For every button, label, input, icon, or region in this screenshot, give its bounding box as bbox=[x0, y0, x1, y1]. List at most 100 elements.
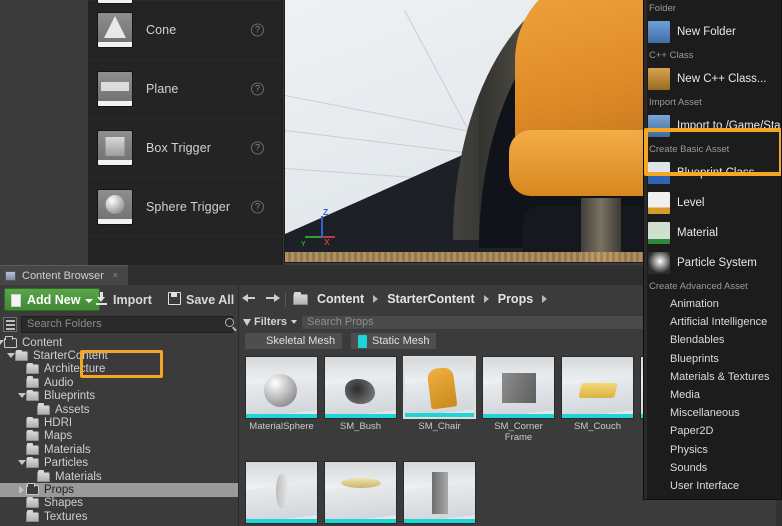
tree-item-label: HDRI bbox=[44, 417, 73, 430]
context-menu-item-physics[interactable]: Physics bbox=[644, 441, 781, 459]
asset-thumbnail[interactable] bbox=[482, 356, 555, 419]
tree-item-props[interactable]: Props bbox=[0, 483, 238, 497]
context-menu-item-label: Particle System bbox=[677, 257, 757, 269]
context-menu-item-new-c-class[interactable]: New C++ Class... bbox=[644, 64, 781, 94]
asset-cell[interactable]: SM_Couch bbox=[561, 356, 634, 433]
nav-forward-button[interactable] bbox=[261, 285, 283, 313]
asset-type-bar bbox=[325, 414, 396, 418]
asset-thumbnail[interactable] bbox=[561, 356, 634, 419]
place-actors-list[interactable]: Cylinder?Cone?Plane?Box Trigger?Sphere T… bbox=[88, 0, 283, 265]
asset-thumbnail[interactable] bbox=[324, 356, 397, 419]
context-menu-item-import-to-game-starte[interactable]: Import to /Game/Starte bbox=[644, 111, 781, 141]
context-menu-item-materials-textures[interactable]: Materials & Textures bbox=[644, 368, 781, 386]
tree-arrow-open[interactable] bbox=[18, 459, 26, 467]
context-menu-item-paper2d[interactable]: Paper2D bbox=[644, 422, 781, 440]
tree-item-content[interactable]: Content bbox=[0, 336, 238, 349]
place-item-box-trigger[interactable]: Box Trigger? bbox=[88, 119, 282, 178]
tab-content-browser[interactable]: Content Browser × bbox=[0, 265, 128, 285]
context-menu-item-sounds[interactable]: Sounds bbox=[644, 459, 781, 477]
tree-item-architecture[interactable]: Architecture bbox=[0, 362, 238, 376]
import-icon bbox=[648, 115, 670, 137]
asset-thumb-chair bbox=[426, 366, 458, 410]
tree-item-materials[interactable]: Materials bbox=[0, 470, 238, 483]
tree-item-particles[interactable]: Particles bbox=[0, 456, 238, 470]
place-item-label: Cone bbox=[146, 23, 177, 37]
asset-thumb-lamp bbox=[276, 474, 288, 508]
context-menu-item-blueprint-class[interactable]: Blueprint Class bbox=[644, 158, 781, 188]
asset-name-label: SM_Bush bbox=[339, 421, 382, 432]
context-menu-item-material[interactable]: Material bbox=[644, 218, 781, 248]
tree-item-hdri[interactable]: HDRI bbox=[0, 416, 238, 429]
folder-icon bbox=[26, 456, 39, 469]
asset-cell[interactable]: SM_Chair bbox=[403, 356, 476, 433]
tree-item-shapes[interactable]: Shapes bbox=[0, 496, 238, 510]
nav-back-button[interactable] bbox=[239, 285, 261, 313]
breadcrumb-item-startercontent[interactable]: StarterContent bbox=[387, 292, 475, 306]
tree-item-audio[interactable]: Audio bbox=[0, 376, 238, 389]
chevron-down-icon bbox=[291, 320, 298, 324]
help-icon[interactable]: ? bbox=[251, 200, 264, 214]
tree-item-maps[interactable]: Maps bbox=[0, 429, 238, 443]
close-icon[interactable]: × bbox=[111, 271, 120, 280]
context-menu-item-blendables[interactable]: Blendables bbox=[644, 331, 781, 349]
context-menu-item-media[interactable]: Media bbox=[644, 386, 781, 404]
toolbar-divider bbox=[285, 291, 286, 307]
asset-thumbnail[interactable] bbox=[403, 461, 476, 524]
context-menu-heading: Folder bbox=[644, 0, 781, 17]
save-icon bbox=[168, 292, 181, 305]
asset-type-bar bbox=[246, 414, 317, 418]
filter-chip-skeletal-mesh[interactable]: Skeletal Mesh bbox=[245, 333, 343, 349]
place-item-plane[interactable]: Plane? bbox=[88, 60, 282, 119]
filters-button[interactable]: Filters bbox=[243, 316, 298, 328]
place-item-cone[interactable]: Cone? bbox=[88, 1, 282, 60]
asset-thumbnail[interactable] bbox=[403, 356, 476, 419]
tree-arrow-open[interactable] bbox=[7, 352, 15, 360]
tree-arrow-closed[interactable] bbox=[18, 485, 26, 494]
folder-icon bbox=[26, 483, 39, 495]
sources-toggle-icon[interactable] bbox=[3, 317, 17, 332]
context-menu-item-label: Level bbox=[677, 197, 705, 209]
asset-cell[interactable] bbox=[403, 461, 476, 524]
asset-cell[interactable]: SM_Corner Frame bbox=[482, 356, 555, 443]
folder-tree[interactable]: Content StarterContent Architecture Audio Bl… bbox=[0, 336, 238, 526]
breadcrumb-item-props[interactable]: Props bbox=[498, 292, 533, 306]
tree-item-blueprints[interactable]: Blueprints bbox=[0, 389, 238, 403]
context-menu-item-level[interactable]: Level bbox=[644, 188, 781, 218]
tree-item-assets[interactable]: Assets bbox=[0, 403, 238, 416]
context-menu-item-blueprints[interactable]: Blueprints bbox=[644, 350, 781, 368]
folder-icon bbox=[4, 336, 17, 348]
filter-chip-static-mesh[interactable]: Static Mesh bbox=[351, 333, 437, 349]
tree-item-materials[interactable]: Materials bbox=[0, 443, 238, 456]
help-icon[interactable]: ? bbox=[251, 82, 264, 96]
help-icon[interactable]: ? bbox=[251, 23, 264, 37]
asset-cell[interactable] bbox=[324, 461, 397, 524]
asset-cell[interactable]: SM_Bush bbox=[324, 356, 397, 433]
asset-cell[interactable]: MaterialSphere bbox=[245, 356, 318, 433]
import-button[interactable]: Import bbox=[95, 289, 152, 310]
asset-cell[interactable] bbox=[245, 461, 318, 524]
place-item-sphere-trigger[interactable]: Sphere Trigger? bbox=[88, 178, 282, 237]
asset-thumbnail[interactable] bbox=[245, 461, 318, 524]
asset-thumbnail[interactable] bbox=[324, 461, 397, 524]
context-menu-item-artificial-intelligence[interactable]: Artificial Intelligence bbox=[644, 313, 781, 331]
search-folders-input[interactable]: Search Folders bbox=[21, 316, 233, 333]
add-new-button[interactable]: Add New bbox=[4, 288, 101, 311]
folder-icon bbox=[37, 403, 50, 415]
breadcrumb-item-content[interactable]: Content bbox=[317, 292, 364, 306]
tree-arrow-open[interactable] bbox=[18, 392, 26, 400]
tree-item-textures[interactable]: Textures bbox=[0, 510, 238, 523]
context-menu-item-new-folder[interactable]: New Folder bbox=[644, 17, 781, 47]
save-all-button[interactable]: Save All bbox=[168, 289, 234, 310]
folder-icon bbox=[26, 389, 39, 402]
tree-item-startercontent[interactable]: StarterContent bbox=[0, 349, 238, 362]
context-menu-item-miscellaneous[interactable]: Miscellaneous bbox=[644, 404, 781, 422]
chevron-down-icon bbox=[85, 299, 94, 303]
context-menu-item-animation[interactable]: Animation bbox=[644, 295, 781, 313]
asset-thumbnail[interactable] bbox=[245, 356, 318, 419]
chip-color-dot bbox=[358, 334, 367, 348]
help-icon[interactable]: ? bbox=[251, 141, 264, 155]
context-menu-item-user-interface[interactable]: User Interface bbox=[644, 477, 781, 495]
context-menu-item-particle-system[interactable]: Particle System bbox=[644, 248, 781, 278]
arrow-glyph bbox=[19, 485, 24, 494]
add-new-context-menu[interactable]: Folder New Folder C++ Class New C++ Class..… bbox=[643, 0, 782, 500]
